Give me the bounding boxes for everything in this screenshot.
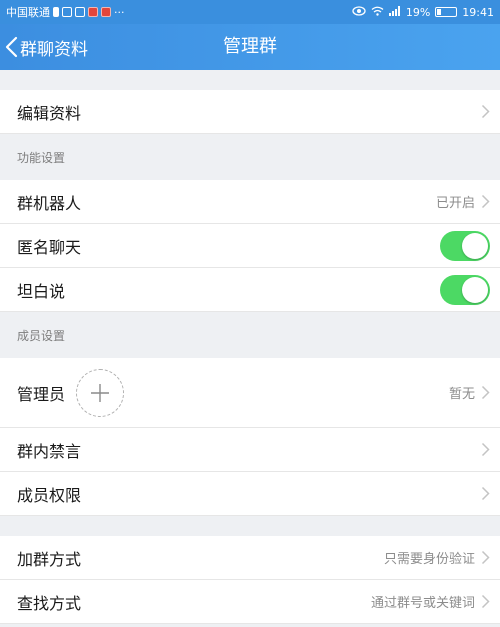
candid-talk-toggle[interactable] — [440, 274, 490, 305]
page-title: 管理群 — [223, 36, 277, 57]
edit-profile-row[interactable]: 编辑资料 — [0, 90, 500, 134]
battery-percent: 19% — [405, 5, 431, 19]
app-notification-icon — [62, 7, 72, 17]
section-header-members: 成员设置 — [0, 312, 500, 358]
group-mute-row[interactable]: 群内禁言 — [0, 428, 500, 472]
chevron-right-icon — [481, 486, 490, 501]
carrier-label: 中国联通 — [6, 6, 50, 19]
member-permissions-label: 成员权限 — [17, 485, 82, 505]
sim-icon — [53, 7, 59, 17]
app-notification-icon — [75, 7, 85, 17]
search-method-row[interactable]: 查找方式 通过群号或关键词 — [0, 580, 500, 624]
group-robot-label: 群机器人 — [17, 193, 82, 213]
more-notifications-icon: ··· — [114, 5, 125, 19]
chevron-right-icon — [481, 550, 490, 565]
add-admin-button[interactable] — [76, 368, 125, 417]
group-mute-label: 群内禁言 — [17, 441, 82, 461]
anonymous-chat-toggle[interactable] — [440, 230, 490, 261]
section-header-functions: 功能设置 — [0, 134, 500, 180]
chevron-right-icon — [481, 385, 490, 400]
chevron-right-icon — [481, 442, 490, 457]
search-method-label: 查找方式 — [17, 593, 82, 613]
spacer — [0, 516, 500, 536]
status-bar: 中国联通 ··· 19% 19:41 — [0, 0, 500, 24]
app-notification-icon — [88, 7, 98, 17]
chevron-right-icon — [481, 104, 490, 119]
chevron-right-icon — [481, 594, 490, 609]
group-robot-row[interactable]: 群机器人 已开启 — [0, 180, 500, 224]
join-method-value: 只需要身份验证 — [383, 552, 475, 567]
search-method-value: 通过群号或关键词 — [370, 596, 475, 611]
battery-icon — [435, 7, 458, 17]
admin-row[interactable]: 管理员 暂无 — [0, 358, 500, 428]
candid-talk-row: 坦白说 — [0, 268, 500, 312]
anonymous-chat-row: 匿名聊天 — [0, 224, 500, 268]
nav-bar: 群聊资料 管理群 — [0, 24, 500, 70]
admin-value: 暂无 — [448, 387, 475, 402]
join-method-row[interactable]: 加群方式 只需要身份验证 — [0, 536, 500, 580]
spacer — [0, 70, 500, 90]
anonymous-chat-label: 匿名聊天 — [17, 237, 82, 257]
candid-talk-label: 坦白说 — [17, 281, 66, 301]
settings-list: 编辑资料 功能设置 群机器人 已开启 匿名聊天 坦白说 成员设置 管理员 暂无 — [0, 70, 500, 624]
signal-icon — [388, 5, 401, 19]
join-method-label: 加群方式 — [17, 549, 82, 569]
wifi-icon — [371, 6, 384, 19]
edit-profile-label: 编辑资料 — [17, 103, 82, 123]
app-notification-icon — [101, 7, 111, 17]
plus-icon — [91, 383, 110, 402]
eye-icon — [352, 5, 366, 19]
member-permissions-row[interactable]: 成员权限 — [0, 472, 500, 516]
clock: 19:41 — [462, 5, 494, 19]
group-robot-value: 已开启 — [435, 196, 475, 211]
admin-label: 管理员 — [17, 384, 66, 404]
chevron-right-icon — [481, 194, 490, 209]
